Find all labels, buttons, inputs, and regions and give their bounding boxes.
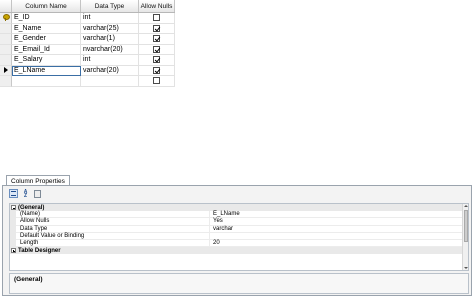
table-row[interactable]: E_Salary int [0,55,175,66]
allow-nulls-cell [139,65,175,76]
property-name: Default Value or Binding [16,233,209,240]
description-title: (General) [14,276,43,283]
alphabetical-button[interactable]: AZ [21,189,30,198]
allow-nulls-cell [139,55,175,66]
property-pages-button[interactable] [33,189,42,198]
collapse-icon[interactable] [10,205,16,211]
allow-nulls-checkbox[interactable] [153,45,160,53]
categorized-icon [11,191,16,196]
row-selector-header[interactable] [0,0,12,12]
column-name-cell[interactable]: E_Salary [12,55,81,66]
property-row[interactable]: Default Value or Binding [10,232,468,240]
allow-nulls-cell [139,44,175,55]
property-value[interactable] [209,232,468,240]
table-row[interactable]: E_Gender varchar(1) [0,34,175,45]
data-type-cell[interactable] [81,76,139,87]
column-name-cell[interactable] [12,76,81,87]
column-name-cell[interactable]: E_ID [12,13,81,24]
property-category-table-designer[interactable]: Table Designer [10,247,468,255]
table-row[interactable]: E_Email_Id nvarchar(20) [0,44,175,55]
property-row[interactable]: Data Type varchar [10,225,468,233]
property-name: Allow Nulls [16,218,209,226]
table-row[interactable]: E_Name varchar(25) [0,23,175,34]
allow-nulls-cell [139,23,175,34]
allow-nulls-checkbox[interactable] [153,66,160,74]
scroll-down-icon[interactable] [464,267,468,269]
scroll-up-icon[interactable] [464,205,468,207]
primary-key-icon [3,14,10,22]
column-name-cell[interactable]: E_LName [12,65,81,76]
row-selector[interactable] [0,55,12,66]
property-name: Data Type [16,226,209,233]
data-type-cell[interactable]: varchar(25) [81,23,139,34]
row-selector[interactable] [0,44,12,55]
grid-header: Column Name Data Type Allow Nulls [0,0,175,13]
data-type-cell[interactable]: int [81,55,139,66]
property-category-general[interactable]: (General) [10,204,468,212]
property-value[interactable]: 20 [209,239,468,248]
property-row[interactable]: (Name) E_LName [10,211,468,219]
property-name: (Name) [16,211,209,219]
allow-nulls-checkbox[interactable] [153,56,160,64]
property-grid-scrollbar[interactable] [462,204,468,270]
data-type-cell[interactable]: nvarchar(20) [81,44,139,55]
allow-nulls-cell [139,34,175,45]
row-selector[interactable] [0,13,12,24]
table-row[interactable]: E_ID int [0,13,175,24]
allow-nulls-checkbox[interactable] [153,35,160,43]
allow-nulls-checkbox[interactable] [153,24,160,32]
allow-nulls-checkbox[interactable] [153,14,160,22]
column-name-cell[interactable]: E_Email_Id [12,44,81,55]
property-value[interactable]: varchar [209,225,468,233]
table-row-new[interactable] [0,76,175,87]
column-name-cell[interactable]: E_Name [12,23,81,34]
property-value[interactable]: Yes [209,218,468,226]
row-selector[interactable] [0,76,12,87]
data-type-header[interactable]: Data Type [81,0,139,12]
property-description-panel: (General) [9,273,469,294]
current-row-arrow-icon [3,67,8,74]
property-row[interactable]: Length 20 [10,239,468,248]
allow-nulls-header[interactable]: Allow Nulls [139,0,175,12]
category-label: Table Designer [18,247,61,254]
property-value[interactable]: E_LName [209,211,468,219]
property-pages-icon [34,189,41,198]
properties-toolbar: AZ [9,189,42,200]
property-name: Length [16,240,209,248]
sort-alphabetical-icon: AZ [23,188,28,199]
row-selector[interactable] [0,23,12,34]
column-properties-pane: Column Properties AZ (General) (Name) E_… [2,175,472,296]
allow-nulls-checkbox[interactable] [153,77,160,85]
column-name-header[interactable]: Column Name [12,0,81,12]
column-name-cell[interactable]: E_Gender [12,34,81,45]
row-selector[interactable] [0,65,12,76]
data-type-cell[interactable]: varchar(20) [81,65,139,76]
table-designer-window: Column Name Data Type Allow Nulls E_ID i… [0,0,474,296]
allow-nulls-cell [139,13,175,24]
allow-nulls-cell [139,76,175,87]
expand-icon[interactable] [10,248,16,254]
property-row[interactable]: Allow Nulls Yes [10,218,468,226]
data-type-cell[interactable]: varchar(1) [81,34,139,45]
data-type-cell[interactable]: int [81,13,139,24]
row-selector[interactable] [0,34,12,45]
scroll-thumb[interactable] [463,210,468,242]
categorized-button[interactable] [9,189,18,198]
property-grid: (General) (Name) E_LName Allow Nulls Yes… [9,203,469,271]
properties-body: AZ (General) (Name) E_LName Allow Nulls … [2,185,472,296]
columns-grid: Column Name Data Type Allow Nulls E_ID i… [0,0,175,87]
table-row-selected[interactable]: E_LName varchar(20) [0,65,175,76]
category-label: (General) [18,204,45,211]
